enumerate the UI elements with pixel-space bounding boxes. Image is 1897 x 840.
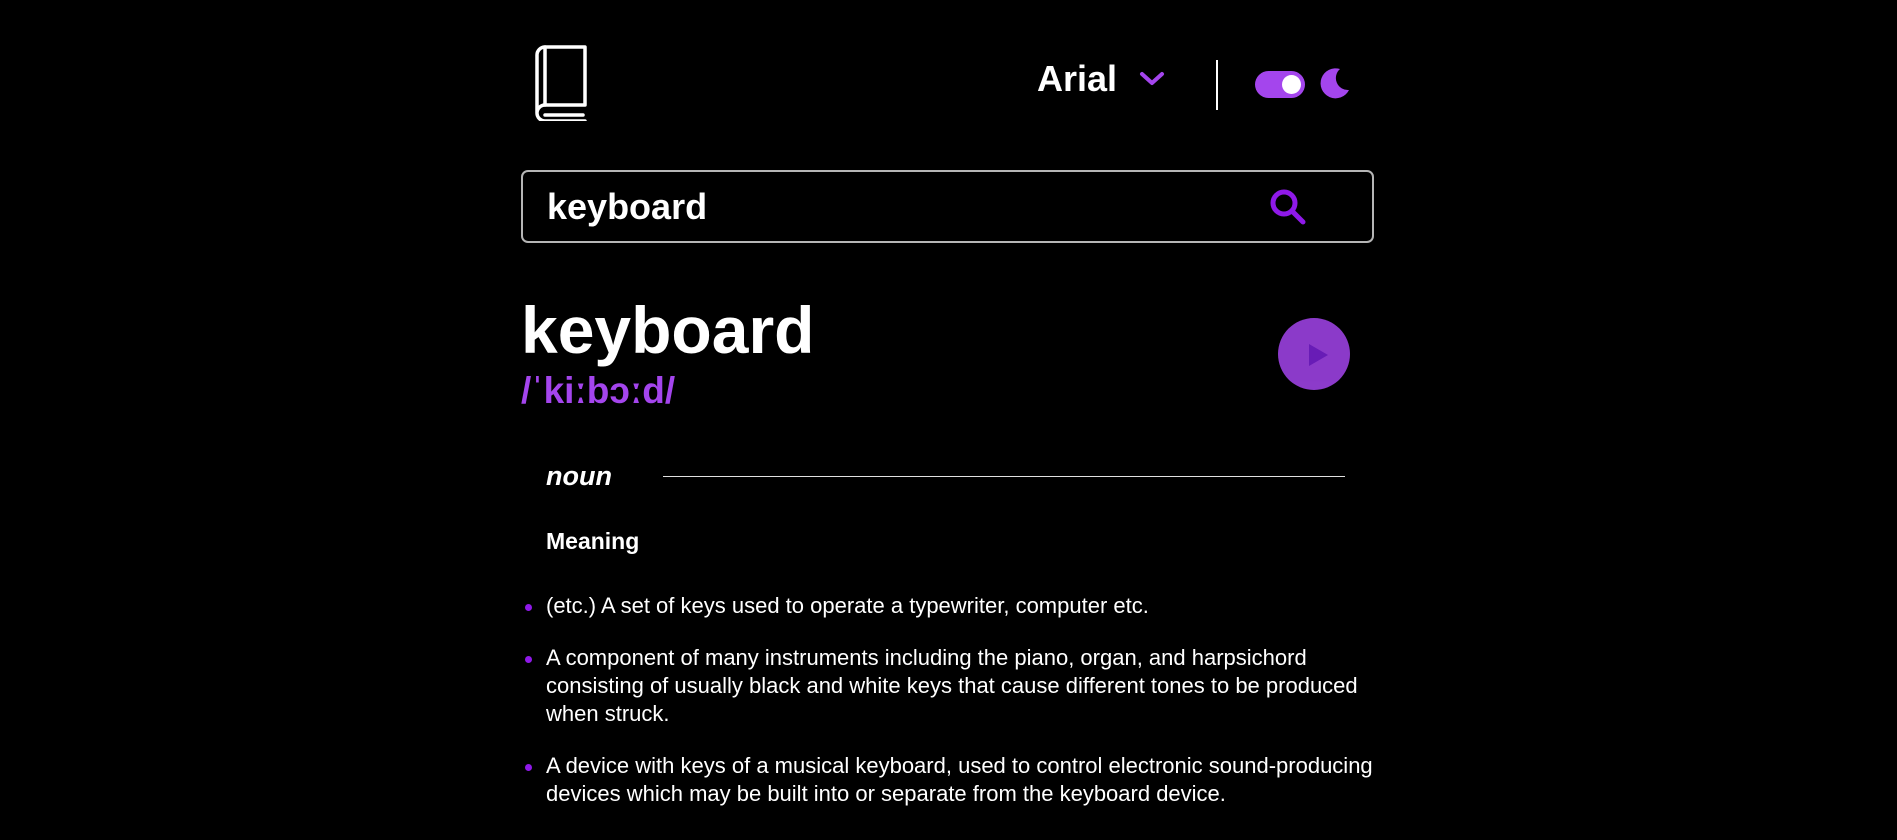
header-divider [1216, 60, 1218, 110]
font-select-label: Arial [1037, 58, 1118, 99]
book-icon[interactable] [533, 45, 589, 121]
play-audio-button[interactable] [1278, 318, 1350, 390]
search-box [521, 170, 1374, 243]
part-of-speech: noun [546, 461, 612, 491]
play-icon [1309, 344, 1328, 366]
page: Arial keyboard /ˈkiːbɔːd/ [0, 0, 1897, 840]
definition-item: A device with keys of a musical keyboard… [525, 752, 1376, 808]
phonetic: /ˈkiːbɔːd/ [521, 370, 676, 411]
meaning-heading: Meaning [546, 528, 640, 554]
definition-list: (etc.) A set of keys used to operate a t… [525, 592, 1376, 832]
chevron-down-icon [1140, 72, 1165, 85]
part-of-speech-row: noun [546, 458, 1346, 498]
moon-icon[interactable] [1316, 66, 1352, 102]
theme-toggle[interactable] [1255, 71, 1305, 98]
definition-item: A component of many instruments includin… [525, 644, 1376, 728]
dictionary-app: Arial keyboard /ˈkiːbɔːd/ [521, 0, 1376, 806]
font-select[interactable]: Arial [1037, 58, 1165, 100]
search-input[interactable] [547, 184, 1247, 230]
part-of-speech-divider [663, 476, 1345, 477]
header: Arial [521, 0, 1376, 170]
search-icon[interactable] [1268, 187, 1308, 227]
definition-item: (etc.) A set of keys used to operate a t… [525, 592, 1376, 620]
word-title: keyboard [521, 293, 815, 367]
theme-toggle-knob [1282, 75, 1301, 94]
